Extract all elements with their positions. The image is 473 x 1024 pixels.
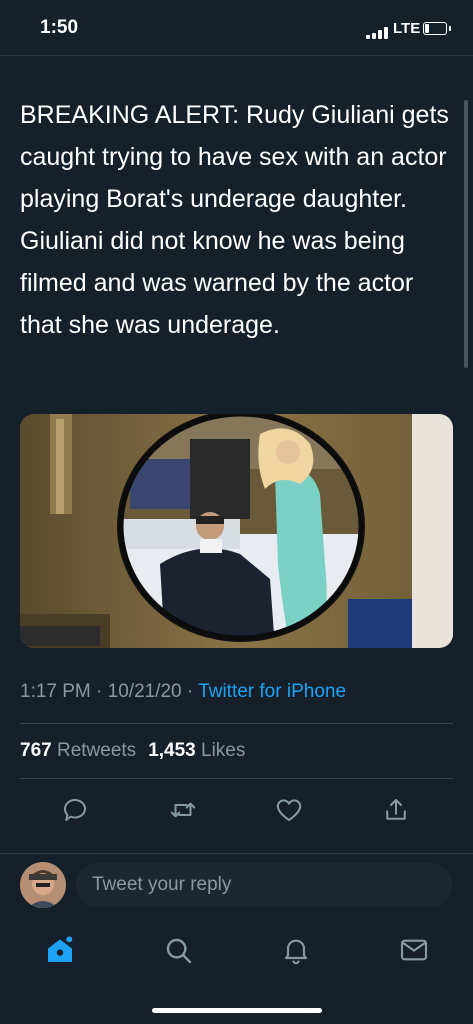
likes-count: 1,453 [148,740,196,761]
retweets-stat[interactable]: 767 Retweets [20,740,136,761]
battery-icon [423,22,451,35]
retweet-icon [170,802,196,818]
media-image [20,414,453,648]
like-button[interactable] [274,795,304,825]
retweets-count: 767 [20,740,52,761]
tab-bar [0,920,473,980]
search-icon [166,938,192,964]
divider [0,55,473,56]
tweet-date: 10/21/20 [107,681,182,702]
tweet-source-link[interactable]: Twitter for iPhone [198,681,346,702]
likes-label: Likes [201,740,246,761]
status-bar: 1:50 LTE [0,0,473,56]
tab-home[interactable] [44,934,76,966]
likes-stat[interactable]: 1,453 Likes [148,740,245,761]
notifications-icon [284,939,308,965]
tweet-actions [0,795,473,825]
tab-messages[interactable] [398,934,430,966]
avatar[interactable] [20,862,66,908]
tweet-text[interactable]: BREAKING ALERT: Rudy Giuliani gets caugh… [20,94,460,346]
divider [0,853,473,854]
messages-icon [400,939,428,961]
tweet-meta: 1:17 PM · 10/21/20 · Twitter for iPhone [20,681,346,703]
tweet-time: 1:17 PM [20,681,91,702]
share-button[interactable] [381,795,411,825]
network-label: LTE [393,20,421,37]
status-time: 1:50 [40,17,79,38]
tweet-stats: 767 Retweets 1,453 Likes [20,740,245,762]
divider [20,723,453,724]
scrollbar[interactable] [464,100,468,368]
meta-separator: · [186,681,194,702]
tab-search[interactable] [162,934,194,966]
divider [20,778,453,779]
retweet-button[interactable] [168,795,198,825]
home-indicator[interactable] [152,1008,322,1013]
retweets-label: Retweets [56,740,137,761]
signal-icon [366,27,388,39]
tab-notifications[interactable] [280,934,312,966]
tweet-media[interactable] [20,414,453,648]
home-icon [48,936,73,962]
reply-button[interactable] [60,795,90,825]
meta-separator: · [96,681,103,702]
reply-icon [64,799,86,821]
like-icon [276,799,302,821]
reply-input[interactable] [76,863,452,907]
share-icon [386,799,406,820]
